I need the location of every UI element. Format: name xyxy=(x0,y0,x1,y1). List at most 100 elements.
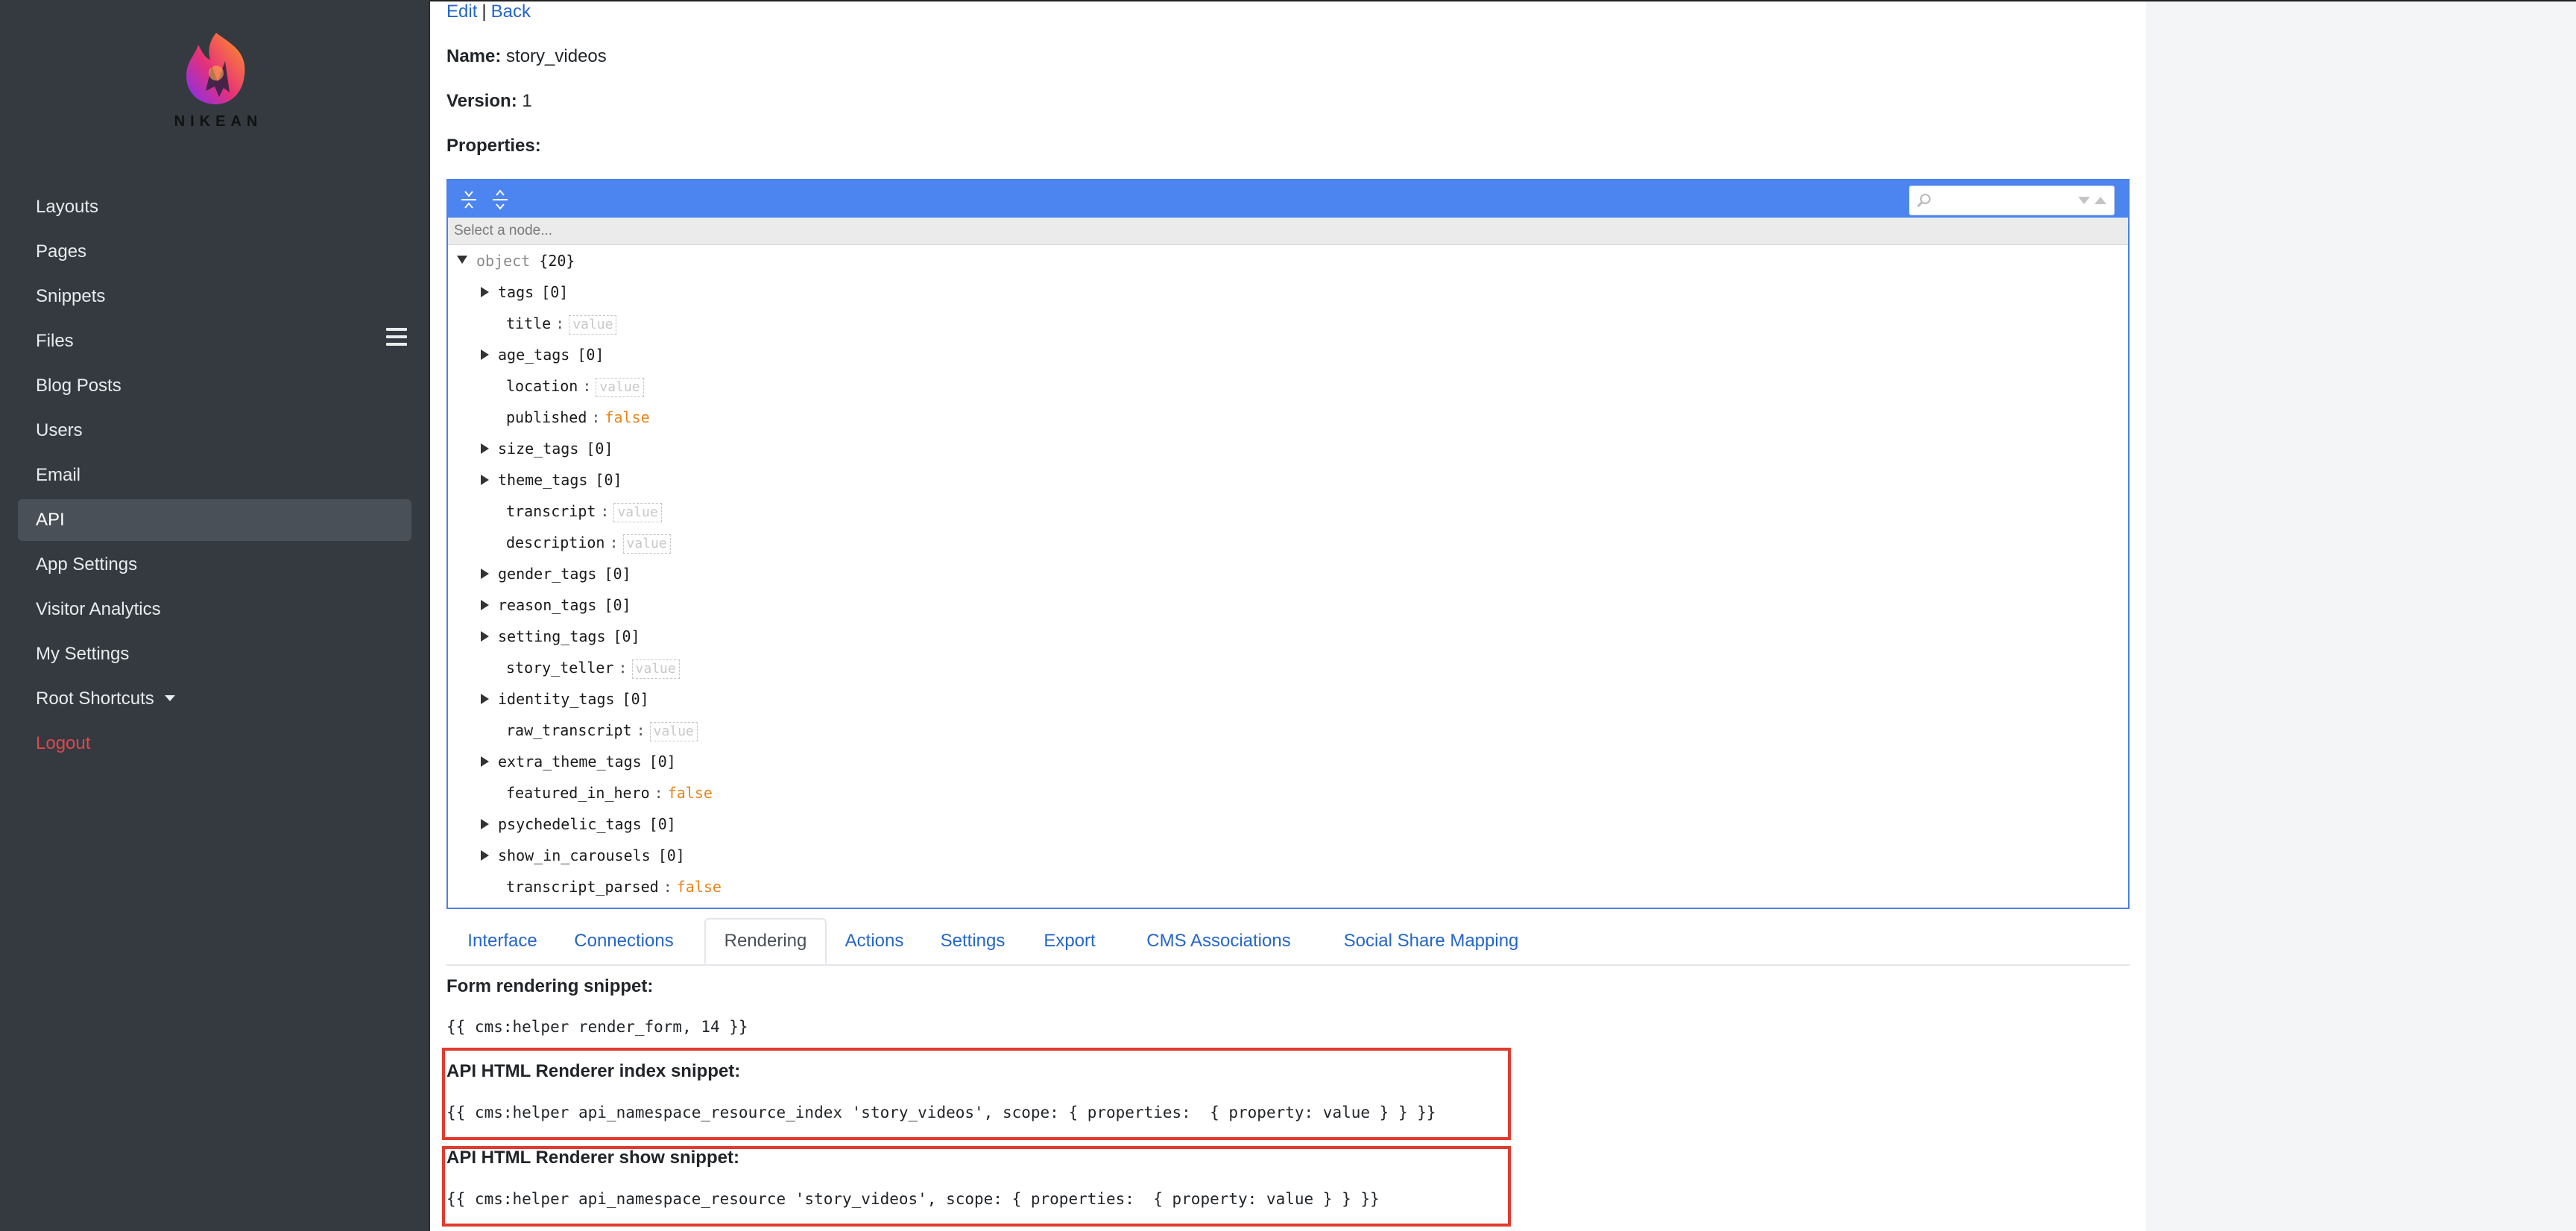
tree-node-value[interactable]: value xyxy=(596,377,644,397)
tab-rendering[interactable]: Rendering xyxy=(704,918,827,964)
search-icon xyxy=(1916,194,1931,208)
editor-node-navbar[interactable]: Select a node... xyxy=(448,218,2128,245)
tab-interface[interactable]: Interface xyxy=(446,918,558,964)
sidebar-item-files[interactable]: Files xyxy=(18,320,411,362)
tree-node-value[interactable]: value xyxy=(569,314,617,335)
tree-node-key[interactable]: age_tags xyxy=(498,346,569,364)
main-content: Edit | Back Name: story_videos Version: 1 … xyxy=(430,1,2146,1231)
tree-node-value[interactable]: value xyxy=(649,721,698,741)
tree-node-value[interactable]: value xyxy=(613,502,662,522)
tree-node-key[interactable]: transcript xyxy=(506,502,596,520)
tree-row[interactable]: identity_tags [0] xyxy=(481,683,649,715)
expand-all-icon[interactable] xyxy=(457,188,481,212)
tree-node-key[interactable]: tags xyxy=(498,283,534,301)
expand-triangle-icon[interactable] xyxy=(481,693,489,704)
sidebar-item-email[interactable]: Email xyxy=(18,455,411,496)
back-link[interactable]: Back xyxy=(491,1,531,22)
tree-row[interactable]: age_tags [0] xyxy=(481,339,604,370)
sidebar-item-app-settings[interactable]: App Settings xyxy=(18,544,411,586)
tree-node-count: [0] xyxy=(604,596,631,614)
tree-row[interactable]: extra_theme_tags [0] xyxy=(481,746,676,777)
brand-logo[interactable]: NIKEAN xyxy=(170,28,267,140)
search-nav-arrows-icon[interactable] xyxy=(2077,195,2108,206)
tree-row[interactable]: size_tags [0] xyxy=(481,433,613,464)
sidebar-item-root-shortcuts[interactable]: Root Shortcuts xyxy=(18,678,411,720)
tree-row[interactable]: published: false xyxy=(506,402,650,433)
tree-node-value[interactable]: false xyxy=(668,784,713,802)
tree-row[interactable]: story_teller: value xyxy=(506,652,680,683)
tree-node-key[interactable]: title xyxy=(506,314,551,332)
tree-row[interactable]: transcript: value xyxy=(506,496,662,527)
sidebar-item-logout[interactable]: Logout xyxy=(18,723,411,765)
tree-node-key[interactable]: featured_in_hero xyxy=(506,784,650,802)
sidebar-item-visitor-analytics[interactable]: Visitor Analytics xyxy=(18,589,411,630)
tree-row[interactable]: setting_tags [0] xyxy=(481,621,640,652)
tree-node-key[interactable]: size_tags xyxy=(498,440,578,458)
tree-node-key[interactable]: raw_transcript xyxy=(506,721,632,739)
expand-triangle-icon[interactable] xyxy=(481,849,489,861)
tree-node-key[interactable]: show_in_carousels xyxy=(498,846,651,864)
tree-row[interactable]: psychedelic_tags [0] xyxy=(481,808,676,840)
tab-export[interactable]: Export xyxy=(1028,918,1111,964)
expand-triangle-icon[interactable] xyxy=(481,568,489,579)
sidebar-item-snippets[interactable]: Snippets xyxy=(18,276,411,317)
tree-node-key[interactable]: location xyxy=(506,377,578,395)
expand-triangle-icon[interactable] xyxy=(481,599,489,610)
tree-node-key[interactable]: extra_theme_tags xyxy=(498,753,642,770)
api-tabs: Interface Connections Rendering Actions … xyxy=(446,918,2130,966)
expand-triangle-icon[interactable] xyxy=(481,818,489,829)
tree-row[interactable]: raw_transcript: value xyxy=(506,715,698,746)
tree-node-key[interactable]: setting_tags xyxy=(498,627,606,645)
tree-node-value[interactable]: false xyxy=(604,408,649,426)
tab-connections[interactable]: Connections xyxy=(561,918,686,964)
tree-row[interactable]: gender_tags [0] xyxy=(481,558,631,589)
editor-search-input[interactable] xyxy=(1935,189,2072,210)
sidebar-item-blog-posts[interactable]: Blog Posts xyxy=(18,365,411,407)
tree-row[interactable]: transcript_parsed: false xyxy=(506,871,722,902)
edit-link[interactable]: Edit xyxy=(446,1,477,22)
tree-node-value[interactable]: value xyxy=(631,659,680,679)
tree-row[interactable]: show_in_carousels [0] xyxy=(481,840,685,871)
tree-node-key[interactable]: description xyxy=(506,534,604,551)
tree-node-key[interactable]: story_teller xyxy=(506,659,614,677)
expand-triangle-icon[interactable] xyxy=(481,286,489,297)
sidebar-nav: Layouts Pages Snippets Files Blog Posts … xyxy=(18,186,411,768)
tab-actions[interactable]: Actions xyxy=(830,918,919,964)
tree-node-key[interactable]: reason_tags xyxy=(498,596,596,614)
tree-node-count: [0] xyxy=(541,283,569,301)
collapse-triangle-icon[interactable] xyxy=(457,256,467,264)
tree-node-key[interactable]: gender_tags xyxy=(498,565,596,583)
tab-settings[interactable]: Settings xyxy=(928,918,1017,964)
tree-row[interactable]: theme_tags [0] xyxy=(481,464,622,496)
tab-social-share-mapping[interactable]: Social Share Mapping xyxy=(1323,918,1539,964)
tree-row[interactable]: reason_tags [0] xyxy=(481,589,631,621)
tree-node-value[interactable]: value xyxy=(622,534,671,554)
expand-triangle-icon[interactable] xyxy=(481,443,489,454)
tree-node-key[interactable]: published xyxy=(506,408,587,426)
tree-node-count: [0] xyxy=(648,815,676,833)
sidebar-item-users[interactable]: Users xyxy=(18,410,411,452)
expand-triangle-icon[interactable] xyxy=(481,630,489,642)
expand-triangle-icon[interactable] xyxy=(481,474,489,485)
version-field: Version: 1 xyxy=(446,91,532,112)
tree-row[interactable]: featured_in_hero: false xyxy=(506,777,713,808)
tree-row[interactable]: location: value xyxy=(506,370,644,402)
tree-row[interactable]: title: value xyxy=(506,308,617,339)
tree-node-separator: : xyxy=(609,534,619,551)
hamburger-menu-icon[interactable] xyxy=(386,328,408,349)
tree-node-value[interactable]: false xyxy=(677,878,722,896)
sidebar-item-pages[interactable]: Pages xyxy=(18,231,411,273)
sidebar-item-layouts[interactable]: Layouts xyxy=(18,186,411,228)
collapse-all-icon[interactable] xyxy=(488,188,512,212)
tree-node-key[interactable]: psychedelic_tags xyxy=(498,815,642,833)
sidebar-item-api[interactable]: API xyxy=(18,499,411,541)
tree-node-key[interactable]: identity_tags xyxy=(498,690,615,708)
tree-row[interactable]: description: value xyxy=(506,527,671,558)
expand-triangle-icon[interactable] xyxy=(481,756,489,767)
tree-node-key[interactable]: theme_tags xyxy=(498,471,587,489)
tab-cms-associations[interactable]: CMS Associations xyxy=(1129,918,1308,964)
tree-row[interactable]: tags [0] xyxy=(481,276,568,308)
sidebar-item-my-settings[interactable]: My Settings xyxy=(18,633,411,675)
tree-node-key[interactable]: transcript_parsed xyxy=(506,878,659,896)
expand-triangle-icon[interactable] xyxy=(481,349,489,360)
